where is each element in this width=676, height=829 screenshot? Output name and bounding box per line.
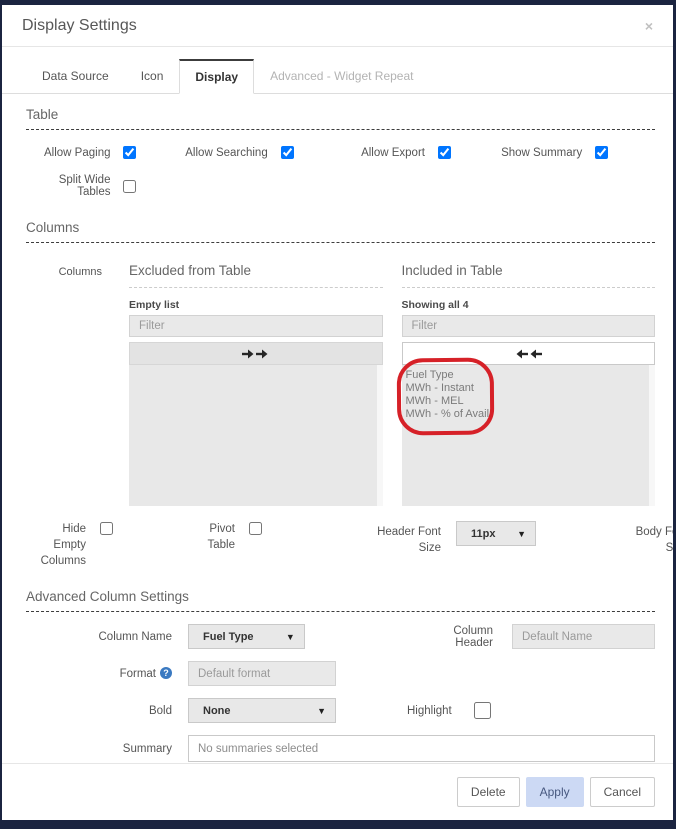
column-display-options-row: Hide Empty Columns Pivot Table Header Fo… [26, 521, 673, 569]
pivot-table-option: Pivot Table [113, 521, 262, 553]
split-wide-tables-label: Split Wide Tables [58, 174, 111, 198]
column-header-input[interactable] [512, 624, 655, 649]
header-font-size-field: Header Font Size 11px ▼ [262, 521, 536, 556]
dialog-header: Display Settings × [2, 5, 673, 47]
column-name-row: Column Name Fuel Type ▼ Column Header [26, 624, 655, 649]
allow-searching-option: Allow Searching [183, 146, 340, 159]
excluded-panel-title: Excluded from Table [129, 263, 383, 288]
tab-icon[interactable]: Icon [125, 59, 180, 94]
allow-paging-option: Allow Paging [26, 146, 183, 159]
pivot-table-label: Pivot Table [207, 523, 236, 551]
hide-empty-columns-checkbox[interactable] [100, 522, 113, 535]
included-listbox[interactable]: Fuel Type MWh - Instant MWh - MEL MWh - … [396, 357, 656, 506]
excluded-scrollbar[interactable] [376, 365, 383, 506]
excluded-filter-input[interactable] [129, 315, 383, 337]
show-summary-option: Show Summary [498, 146, 655, 159]
list-item[interactable]: MWh - % of Avail [402, 407, 656, 420]
split-wide-tables-option: Split Wide Tables [26, 174, 183, 198]
allow-searching-checkbox[interactable] [280, 146, 294, 159]
columns-row-label: Columns [58, 266, 102, 278]
bold-label: Bold [148, 704, 172, 717]
header-font-size-dropdown[interactable]: 11px ▼ [456, 521, 536, 546]
hide-empty-columns-option: Hide Empty Columns [26, 521, 113, 569]
included-panel: Included in Table Showing all 4 Filter F… [396, 263, 656, 506]
summary-input[interactable] [188, 735, 655, 762]
double-arrow-left-icon [516, 349, 542, 358]
tab-advanced-widget-repeat[interactable]: Advanced - Widget Repeat [254, 59, 429, 94]
header-font-size-label: Header Font Size [377, 526, 441, 554]
show-summary-label: Show Summary [501, 146, 583, 159]
summary-label: Summary [122, 742, 172, 755]
columns-picker: Columns Excluded from Table Empty list F… [26, 263, 655, 506]
column-name-value: Fuel Type [203, 630, 254, 643]
excluded-status: Empty list [129, 299, 180, 311]
highlight-label: Highlight [407, 704, 452, 717]
chevron-down-icon: ▼ [285, 631, 295, 642]
dialog-footer: Delete Apply Cancel [2, 763, 673, 820]
column-header-label: Column Header [453, 624, 493, 649]
body-font-size-field: Body Font Size 11px ▼ [536, 521, 673, 556]
excluded-panel: Excluded from Table Empty list [129, 263, 383, 506]
section-divider [26, 611, 655, 612]
allow-export-label: Allow Export [361, 146, 425, 159]
column-name-dropdown[interactable]: Fuel Type ▼ [188, 624, 305, 649]
chevron-down-icon: ▼ [517, 528, 526, 539]
list-item[interactable]: Fuel Type [402, 368, 656, 381]
included-items: Fuel Type MWh - Instant MWh - MEL MWh - … [402, 365, 656, 420]
included-panel-title: Included in Table [401, 263, 655, 288]
allow-export-option: Allow Export [341, 146, 498, 159]
show-summary-checkbox[interactable] [595, 146, 609, 159]
move-all-left-button[interactable] [401, 342, 655, 365]
included-scrollbar[interactable] [649, 365, 655, 506]
included-status: Showing all 4 [401, 299, 469, 311]
dialog-content: Table Allow Paging Allow Searching Allow… [2, 94, 673, 763]
list-item[interactable]: MWh - MEL [402, 394, 656, 407]
delete-button[interactable]: Delete [456, 777, 520, 807]
highlight-checkbox[interactable] [473, 702, 491, 719]
display-settings-dialog: Display Settings × Data Source Icon Disp… [2, 5, 673, 820]
allow-paging-label: Allow Paging [44, 146, 111, 159]
advanced-section-heading: Advanced Column Settings [26, 589, 189, 604]
allow-paging-checkbox[interactable] [123, 146, 137, 159]
hide-empty-columns-label: Hide Empty Columns [40, 523, 86, 567]
header-font-size-value: 11px [471, 527, 496, 540]
body-font-size-label: Body Font Size [635, 526, 673, 554]
included-filter-input[interactable] [401, 315, 655, 337]
split-wide-tables-checkbox[interactable] [123, 179, 137, 193]
help-icon[interactable]: ? [160, 667, 172, 679]
format-row: Format? [26, 661, 655, 686]
double-arrow-right-icon [242, 349, 268, 358]
chevron-down-icon: ▼ [317, 705, 326, 716]
dual-list-panels: Excluded from Table Empty list Filter In… [129, 263, 655, 506]
columns-section-heading: Columns [26, 220, 80, 235]
summary-row: Summary [26, 735, 655, 762]
bold-row: Bold None ▼ Highlight [26, 698, 655, 723]
dialog-title: Display Settings [22, 16, 137, 34]
tab-data-source[interactable]: Data Source [26, 59, 125, 94]
table-options-row: Allow Paging Allow Searching Allow Expor… [26, 146, 655, 159]
column-name-label: Column Name [98, 630, 173, 643]
list-item[interactable]: MWh - Instant [402, 381, 656, 394]
bold-value: None [203, 704, 231, 717]
section-divider [26, 129, 655, 130]
move-all-right-button[interactable] [129, 342, 383, 365]
cancel-button[interactable]: Cancel [589, 777, 655, 807]
table-options-row-2: Split Wide Tables [26, 174, 655, 198]
format-input[interactable] [188, 661, 336, 686]
format-label-text: Format [119, 668, 156, 680]
table-section-heading: Table [26, 107, 59, 122]
section-divider [26, 242, 655, 243]
apply-button[interactable]: Apply [525, 777, 584, 807]
tab-bar: Data Source Icon Display Advanced - Widg… [2, 47, 673, 94]
pivot-table-checkbox[interactable] [249, 522, 262, 535]
close-icon[interactable]: × [645, 18, 653, 34]
excluded-listbox[interactable] [129, 365, 383, 506]
tab-display[interactable]: Display [179, 59, 255, 94]
allow-export-checkbox[interactable] [437, 146, 451, 159]
allow-searching-label: Allow Searching [185, 146, 268, 159]
format-label: Format? [26, 667, 188, 680]
bold-dropdown[interactable]: None ▼ [188, 698, 336, 723]
